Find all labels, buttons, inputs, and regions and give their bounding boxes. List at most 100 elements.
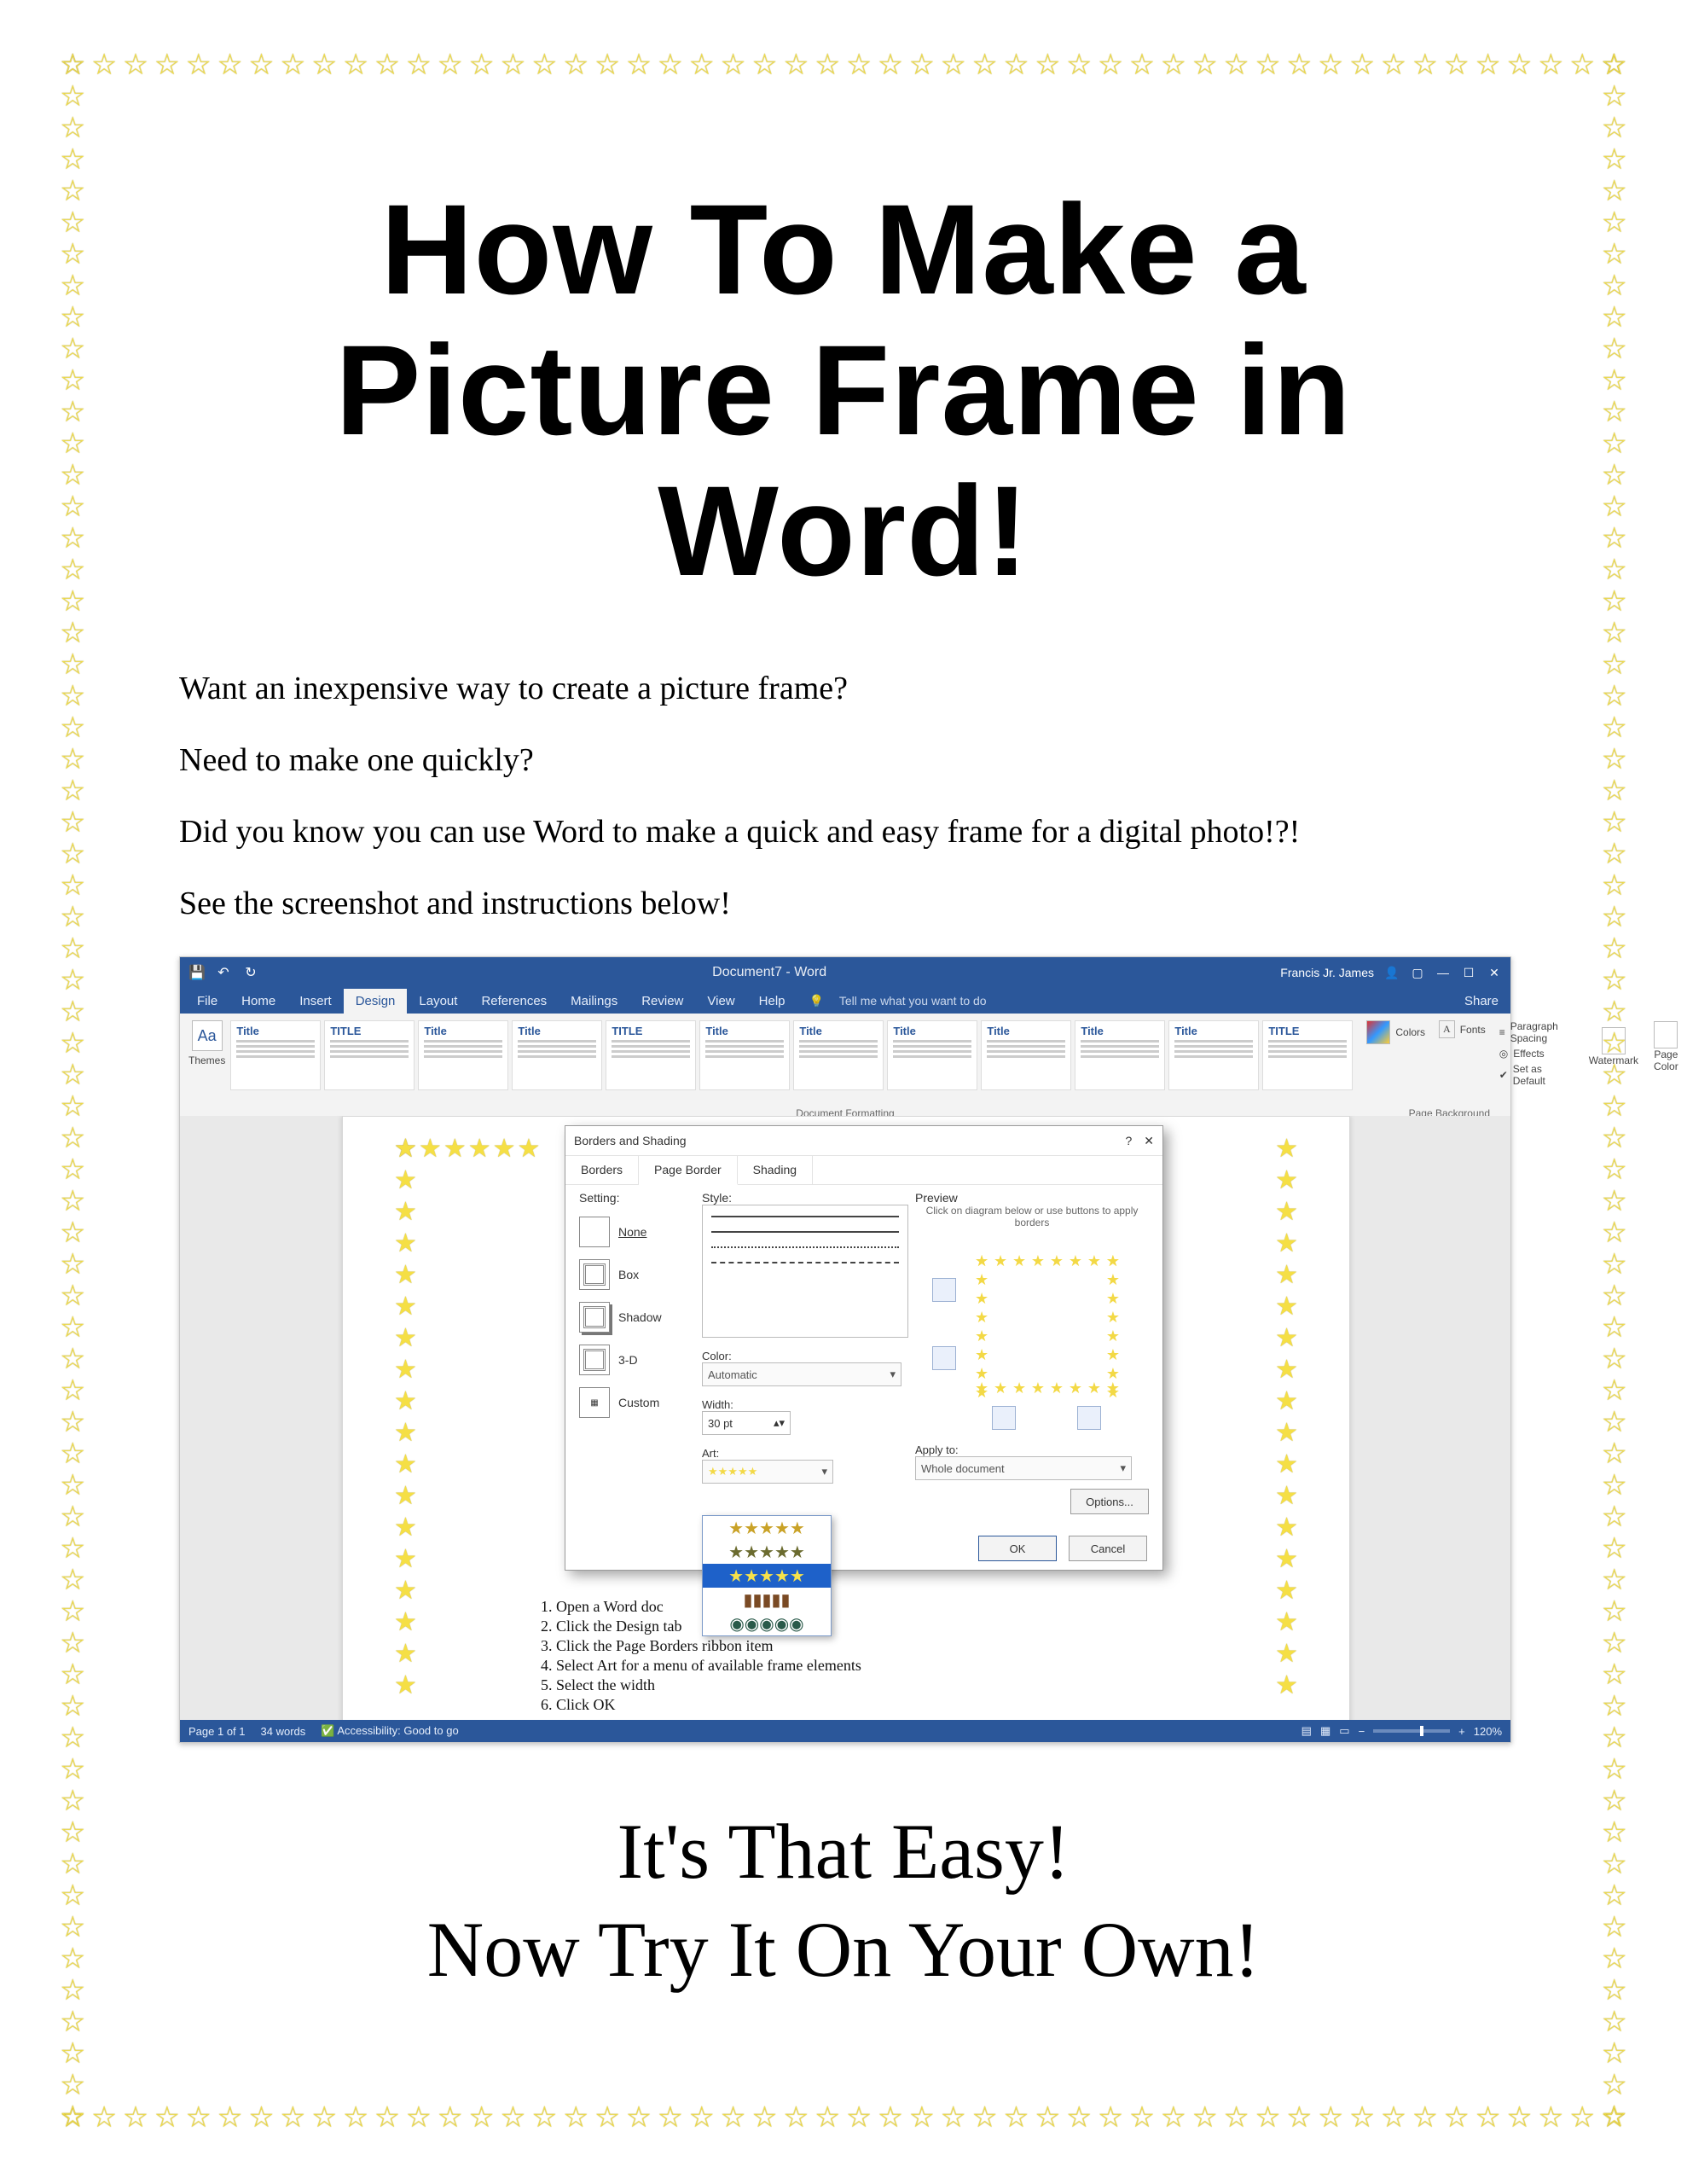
preview-label: Preview — [915, 1191, 1149, 1205]
style-set-item[interactable]: Title — [699, 1020, 790, 1090]
status-words[interactable]: 34 words — [261, 1725, 306, 1738]
preview-left-toggle[interactable] — [992, 1406, 1016, 1430]
dialog-tab-page-border[interactable]: Page Border — [639, 1156, 738, 1185]
dialog-body: Setting: None Box Shadow 3-D ▦Custom Sty… — [565, 1186, 1162, 1527]
preview-bottom-toggle[interactable] — [932, 1346, 956, 1370]
undo-icon[interactable]: ↶ — [216, 964, 231, 981]
style-set-item[interactable]: Title — [418, 1020, 508, 1090]
tab-review[interactable]: Review — [629, 989, 695, 1014]
setting-3d[interactable]: 3-D — [579, 1345, 681, 1375]
chevron-down-icon: ▾ — [821, 1465, 827, 1478]
color-combo[interactable]: Automatic▾ — [702, 1362, 901, 1386]
colors-button[interactable]: Colors — [1395, 1026, 1425, 1038]
fonts-button[interactable]: Fonts — [1460, 1024, 1486, 1036]
minimize-icon[interactable]: — — [1435, 966, 1451, 979]
dialog-titlebar: Borders and Shading ?✕ — [565, 1126, 1162, 1156]
style-set-item[interactable]: TITLE — [606, 1020, 696, 1090]
closing-text: It's That Easy! Now Try It On Your Own! — [179, 1803, 1508, 1999]
tab-home[interactable]: Home — [229, 989, 287, 1014]
tell-me-search[interactable]: 💡 Tell me what you want to do — [797, 989, 1011, 1014]
page-background-group: Watermark Page Color Page Borders — [1589, 1020, 1687, 1073]
instruction-item: Select Art for a menu of available frame… — [556, 1657, 861, 1675]
dialog-close-icon[interactable]: ✕ — [1144, 1134, 1154, 1147]
style-set-item[interactable]: TITLE — [324, 1020, 415, 1090]
instruction-item: Click the Page Borders ribbon item — [556, 1637, 861, 1655]
watermark-button[interactable]: Watermark — [1589, 1027, 1638, 1066]
apply-to-label: Apply to: — [915, 1443, 1149, 1456]
setting-none-icon — [579, 1217, 610, 1247]
spinner-arrows-icon: ▴▾ — [774, 1416, 785, 1430]
tab-view[interactable]: View — [695, 989, 746, 1014]
paragraph-spacing-icon: ≡ — [1499, 1026, 1505, 1038]
options-button[interactable]: Options... — [1070, 1489, 1149, 1514]
fonts-group: AFonts — [1439, 1020, 1486, 1038]
style-listbox[interactable] — [702, 1205, 908, 1338]
intro-para-1: Want an inexpensive way to create a pict… — [179, 670, 1508, 707]
view-read-icon[interactable]: ▤ — [1301, 1724, 1312, 1738]
style-set-item[interactable]: Title — [1168, 1020, 1259, 1090]
style-set-item[interactable]: Title — [887, 1020, 977, 1090]
style-set-item[interactable]: Title — [230, 1020, 321, 1090]
apply-to-combo[interactable]: Whole document▾ — [915, 1456, 1132, 1480]
preview-top-toggle[interactable] — [932, 1278, 956, 1302]
maximize-icon[interactable]: ☐ — [1461, 966, 1476, 980]
ok-button[interactable]: OK — [978, 1536, 1057, 1561]
set-as-default-button[interactable]: ✔Set as Default — [1499, 1063, 1558, 1087]
cancel-button[interactable]: Cancel — [1069, 1536, 1147, 1561]
main-title: How To Make a Picture Frame in Word! — [179, 179, 1508, 601]
setting-custom[interactable]: ▦Custom — [579, 1387, 681, 1418]
tab-insert[interactable]: Insert — [287, 989, 344, 1014]
view-print-icon[interactable]: ▦ — [1320, 1724, 1330, 1738]
style-set-item[interactable]: Title — [981, 1020, 1071, 1090]
page-color-icon — [1654, 1021, 1678, 1048]
user-avatar-icon[interactable]: 👤 — [1384, 966, 1400, 980]
style-label: Style: — [702, 1191, 898, 1205]
preview-right-toggle[interactable] — [1077, 1406, 1101, 1430]
zoom-in-icon[interactable]: + — [1458, 1725, 1465, 1738]
document-canvas[interactable]: ★★★★★★ ★★★★★★★★★★★★★★★★★★ ★★★★★★★★★★★★★★… — [180, 1116, 1510, 1720]
instruction-item: Click the Design tab — [556, 1618, 861, 1635]
share-button[interactable]: Share — [1452, 989, 1510, 1014]
tab-references[interactable]: References — [469, 989, 559, 1014]
setting-none[interactable]: None — [579, 1217, 681, 1247]
style-set-item[interactable]: Title — [793, 1020, 884, 1090]
tab-mailings[interactable]: Mailings — [559, 989, 629, 1014]
dialog-tab-shading[interactable]: Shading — [738, 1156, 813, 1184]
style-set-gallery[interactable]: TitleTITLETitleTitleTITLETitleTitleTitle… — [230, 1020, 1353, 1090]
status-page[interactable]: Page 1 of 1 — [188, 1725, 246, 1738]
ribbon-options-icon[interactable]: ▢ — [1410, 966, 1425, 980]
watermark-icon — [1602, 1027, 1626, 1054]
zoom-out-icon[interactable]: − — [1359, 1725, 1365, 1738]
status-accessibility[interactable]: ✅ Accessibility: Good to go — [321, 1724, 458, 1738]
paragraph-spacing-button[interactable]: ≡Paragraph Spacing — [1499, 1020, 1558, 1044]
document-page: ☆☆☆☆☆☆☆☆☆☆☆☆☆☆☆☆☆☆☆☆☆☆☆☆☆☆☆☆☆☆☆☆☆☆☆☆☆☆☆☆… — [0, 0, 1687, 2184]
setting-shadow[interactable]: Shadow — [579, 1302, 681, 1333]
art-combo[interactable]: ★★★★★▾ — [702, 1460, 833, 1484]
page-color-button[interactable]: Page Color — [1654, 1021, 1678, 1072]
setting-custom-icon: ▦ — [579, 1387, 610, 1418]
instruction-item: Open a Word doc — [556, 1598, 861, 1616]
zoom-slider[interactable] — [1373, 1729, 1450, 1733]
effects-button[interactable]: ◎Effects — [1499, 1048, 1558, 1060]
tab-file[interactable]: File — [185, 989, 229, 1014]
themes-button[interactable]: Aa Themes — [188, 1020, 225, 1066]
save-icon[interactable]: 💾 — [188, 964, 204, 981]
dialog-help-icon[interactable]: ? — [1125, 1134, 1132, 1147]
style-set-item[interactable]: Title — [512, 1020, 602, 1090]
tab-layout[interactable]: Layout — [407, 989, 469, 1014]
colors-fonts-group: Colors — [1366, 1020, 1425, 1044]
redo-icon[interactable]: ↻ — [243, 964, 258, 981]
setting-box[interactable]: Box — [579, 1259, 681, 1290]
dialog-tab-borders[interactable]: Borders — [565, 1156, 639, 1184]
style-set-item[interactable]: TITLE — [1262, 1020, 1353, 1090]
view-web-icon[interactable]: ▭ — [1339, 1724, 1349, 1738]
intro-para-2: Need to make one quickly? — [179, 741, 1508, 779]
style-set-item[interactable]: Title — [1075, 1020, 1165, 1090]
tab-help[interactable]: Help — [747, 989, 797, 1014]
tab-design[interactable]: Design — [344, 989, 408, 1014]
ribbon-tabs: File Home Insert Design Layout Reference… — [180, 988, 1510, 1014]
width-spinner[interactable]: 30 pt▴▾ — [702, 1411, 791, 1435]
zoom-level[interactable]: 120% — [1474, 1725, 1502, 1738]
themes-icon: Aa — [192, 1020, 223, 1051]
close-icon[interactable]: ✕ — [1487, 966, 1502, 980]
